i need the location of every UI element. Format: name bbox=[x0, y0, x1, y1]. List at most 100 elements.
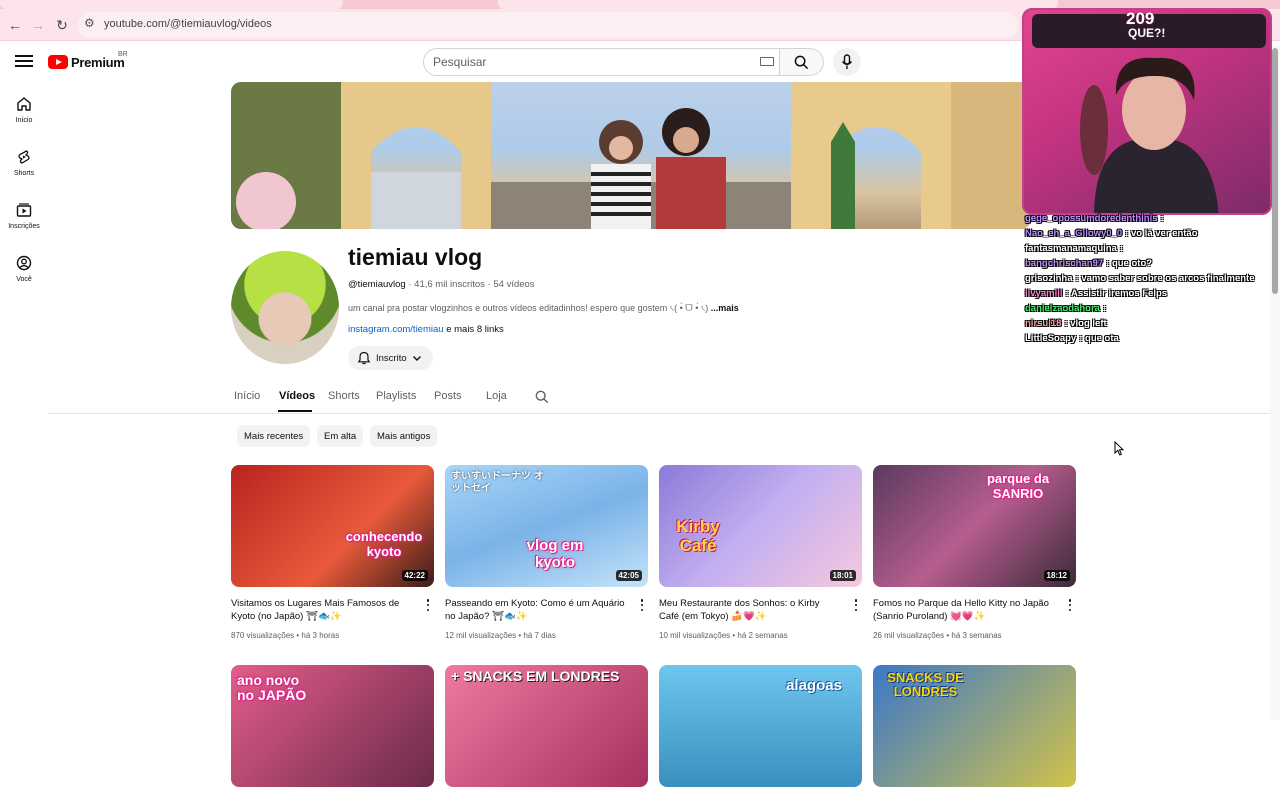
tab-videos[interactable]: Vídeos bbox=[279, 390, 315, 402]
more-options-icon[interactable] bbox=[852, 598, 860, 612]
channel-handle: @tiemiauvlog bbox=[348, 279, 406, 290]
guide-label: Início bbox=[15, 117, 33, 124]
thumbnail-caption: ano novo no JAPÃO bbox=[237, 672, 307, 703]
menu-icon[interactable] bbox=[14, 52, 34, 72]
webcam-image bbox=[1032, 14, 1266, 213]
channel-meta: @tiemiauvlog · 41,6 mil inscritos · 54 v… bbox=[348, 279, 535, 290]
video-thumbnail[interactable]: ano novo no JAPÃO bbox=[231, 665, 434, 787]
tab-posts[interactable]: Posts bbox=[434, 390, 462, 402]
guide-item-shorts[interactable]: Shorts bbox=[0, 149, 48, 201]
tabs-divider bbox=[48, 413, 1270, 414]
video-duration: 18:12 bbox=[1043, 570, 1070, 581]
subscriber-count: 41,6 mil inscritos bbox=[414, 279, 485, 290]
site-info-icon[interactable]: ⚙ bbox=[84, 16, 95, 30]
active-tab-underline bbox=[278, 410, 312, 412]
address-text[interactable]: youtube.com/@tiemiauvlog/videos bbox=[104, 18, 272, 30]
channel-description[interactable]: um canal pra postar vlogzinhos e outros … bbox=[348, 301, 739, 316]
mouse-cursor-icon bbox=[1114, 441, 1124, 456]
video-meta: 870 visualizações • há 3 horas bbox=[231, 631, 340, 640]
tab-home[interactable]: Início bbox=[234, 390, 260, 402]
chat-username: danielzaodahora bbox=[1025, 303, 1100, 314]
guide-item-subscriptions[interactable]: Inscrições bbox=[0, 202, 48, 254]
thumbnail-caption: + SNACKS EM LONDRES bbox=[451, 668, 620, 684]
tab-playlists[interactable]: Playlists bbox=[376, 390, 416, 402]
subscribed-label: Inscrito bbox=[376, 352, 407, 364]
browser-tab[interactable] bbox=[498, 0, 1058, 9]
stream-chat: gege_opossumdoredenthinis: Nao_eh_a_Gilo… bbox=[1025, 211, 1275, 346]
channel-avatar[interactable] bbox=[231, 251, 339, 364]
keyboard-icon[interactable] bbox=[760, 57, 774, 66]
mic-icon bbox=[841, 54, 853, 69]
instagram-link[interactable]: instagram.com/tiemiau bbox=[348, 324, 444, 335]
chip-popular[interactable]: Em alta bbox=[317, 425, 364, 447]
thumbnail-caption: alagoas bbox=[786, 677, 842, 694]
video-thumbnail[interactable]: conhecendo kyoto 42:22 bbox=[231, 465, 434, 587]
thumbnail-caption: conhecendo kyoto bbox=[345, 529, 423, 559]
guide-label: Inscrições bbox=[8, 223, 40, 230]
thumbnail-caption-top: すいすいドーナツ オットセイ bbox=[451, 471, 544, 494]
video-thumbnail[interactable]: parque da SANRIO 18:12 bbox=[873, 465, 1076, 587]
chat-username: livyamill bbox=[1025, 288, 1063, 299]
subscriptions-icon bbox=[16, 203, 32, 217]
voice-search-button[interactable] bbox=[833, 48, 861, 76]
chat-message: fantasmanamaquina: bbox=[1025, 243, 1124, 254]
home-icon bbox=[17, 97, 31, 111]
chat-username: gege_opossumdoredenthinis bbox=[1025, 213, 1158, 224]
guide-label: Shorts bbox=[13, 170, 35, 177]
video-thumbnail[interactable]: alagoas bbox=[659, 665, 862, 787]
chat-message: Nao_eh_a_Gilowy0_0: vo lá ver então bbox=[1025, 228, 1198, 239]
video-title[interactable]: Fomos no Parque da Hello Kitty no Japão … bbox=[873, 597, 1053, 623]
more-options-icon[interactable] bbox=[638, 598, 646, 612]
chat-username: fantasmanamaquina bbox=[1025, 243, 1117, 254]
chip-recent[interactable]: Mais recentes bbox=[237, 425, 311, 447]
tab-shorts[interactable]: Shorts bbox=[328, 390, 360, 402]
thumbnail-caption: Kirby Café bbox=[676, 517, 720, 555]
chat-text: vlog left bbox=[1070, 318, 1107, 329]
search-button[interactable] bbox=[780, 48, 824, 76]
forward-icon[interactable]: → bbox=[27, 14, 49, 36]
more-link[interactable]: ...mais bbox=[711, 303, 739, 313]
back-icon[interactable]: ← bbox=[4, 14, 26, 36]
video-title[interactable]: Passeando em Kyoto: Como é um Aquário no… bbox=[445, 597, 625, 623]
chat-username: Nao_eh_a_Gilowy0_0 bbox=[1025, 228, 1123, 239]
chat-message: LittleSoapy: que ota bbox=[1025, 333, 1119, 344]
youtube-logo-icon[interactable] bbox=[48, 55, 68, 69]
channel-links: instagram.com/tiemiau e mais 8 links bbox=[348, 324, 504, 335]
chat-message: grisozinha: vamo saber sobre os arcos fi… bbox=[1025, 273, 1255, 284]
chat-text: vamo saber sobre os arcos finalmente bbox=[1081, 273, 1255, 284]
channel-search-icon[interactable] bbox=[535, 390, 549, 409]
video-thumbnail[interactable]: Kirby Café 18:01 bbox=[659, 465, 862, 587]
thumbnail-caption: SNACKS DE LONDRES bbox=[887, 670, 964, 699]
subscribed-button[interactable]: Inscrito bbox=[348, 346, 433, 370]
chat-message: danielzaodahora: bbox=[1025, 303, 1107, 314]
video-thumbnail[interactable]: すいすいドーナツ オットセイ vlog em kyoto 42:05 bbox=[445, 465, 648, 587]
more-options-icon[interactable] bbox=[424, 598, 432, 612]
chat-text: vo lá ver então bbox=[1130, 228, 1198, 239]
video-thumbnail[interactable]: + SNACKS EM LONDRES bbox=[445, 665, 648, 787]
tab-store[interactable]: Loja bbox=[486, 390, 507, 402]
video-title[interactable]: Meu Restaurante dos Sonhos: o Kirby Café… bbox=[659, 597, 839, 623]
logo-text[interactable]: Premium bbox=[71, 55, 125, 70]
reload-icon[interactable]: ↻ bbox=[51, 14, 73, 36]
chat-message: nirsul18: vlog left bbox=[1025, 318, 1107, 329]
more-links[interactable]: e mais 8 links bbox=[446, 324, 504, 335]
video-thumbnail[interactable]: SNACKS DE LONDRES bbox=[873, 665, 1076, 787]
video-meta: 12 mil visualizações • há 7 dias bbox=[445, 631, 556, 640]
search-input[interactable] bbox=[433, 52, 733, 72]
chat-username: grisozinha bbox=[1025, 273, 1073, 284]
guide-item-you[interactable]: Você bbox=[0, 255, 48, 307]
chat-text: que ota bbox=[1085, 333, 1119, 344]
browser-tab-active[interactable] bbox=[0, 0, 343, 9]
chat-message: bangchrischan97: que oto? bbox=[1025, 258, 1153, 269]
video-duration: 18:01 bbox=[829, 570, 856, 581]
more-options-icon[interactable] bbox=[1066, 598, 1074, 612]
chip-oldest[interactable]: Mais antigos bbox=[370, 425, 438, 447]
guide-item-home[interactable]: Início bbox=[0, 96, 48, 148]
chat-message: livyamill: Assistir iremos Felps bbox=[1025, 288, 1168, 299]
guide-label: Você bbox=[16, 276, 32, 283]
overlay-label-text: QUE?! bbox=[1128, 26, 1166, 40]
video-duration: 42:22 bbox=[401, 570, 428, 581]
video-title[interactable]: Visitamos os Lugares Mais Famosos de Kyo… bbox=[231, 597, 411, 623]
search-icon bbox=[794, 55, 809, 69]
video-count: 54 vídeos bbox=[493, 279, 535, 290]
